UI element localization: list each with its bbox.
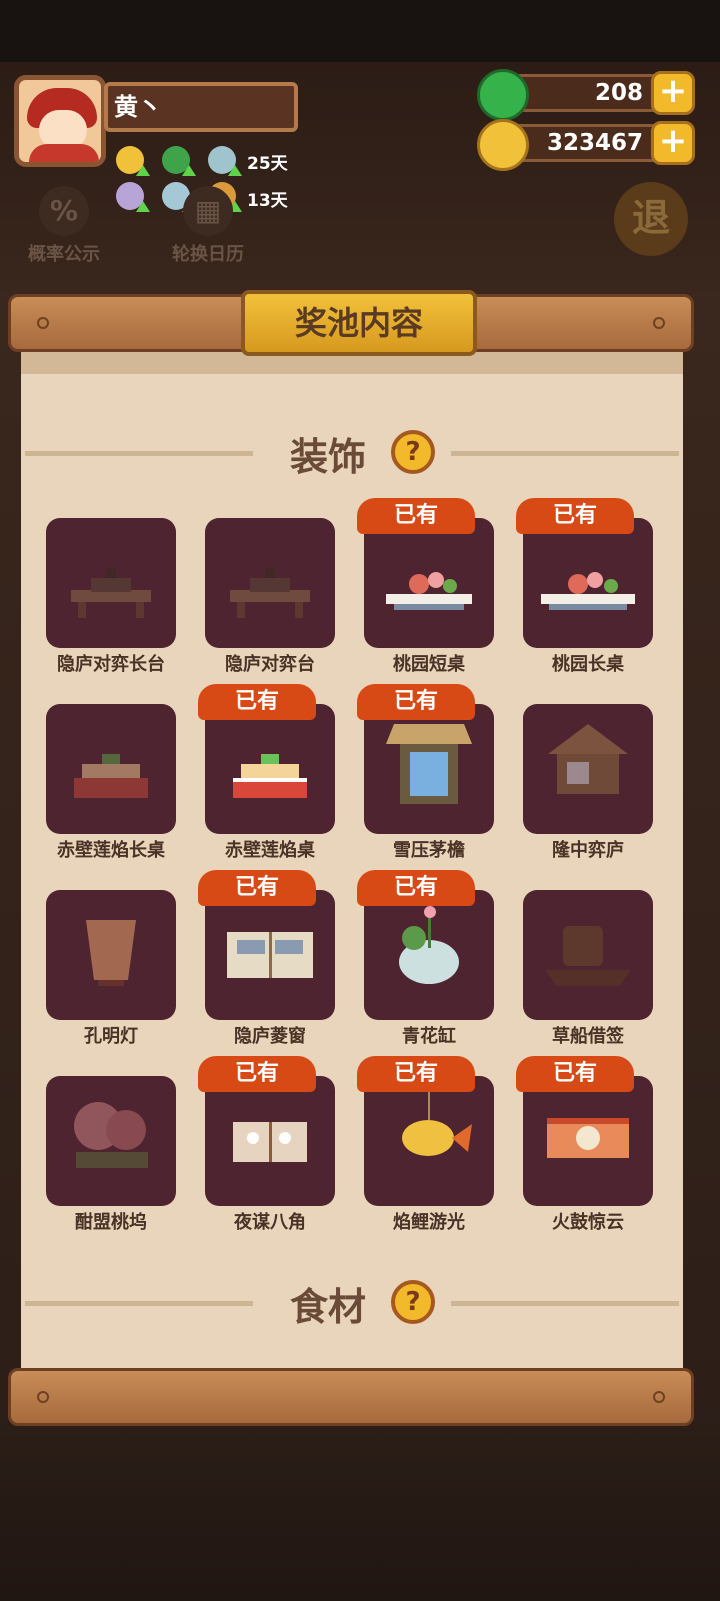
hut-icon <box>548 724 628 794</box>
jade-icon <box>477 69 529 121</box>
item-card[interactable]: 已有 火鼓惊云 <box>508 1056 658 1236</box>
section-decoration: 装饰 ? <box>21 424 683 480</box>
item-card[interactable]: 孔明灯 <box>31 880 181 1050</box>
item-card[interactable]: 已有 夜谋八角 <box>190 1056 340 1236</box>
item-card[interactable]: 隐庐对弈台 <box>190 508 340 678</box>
lotus-table-icon <box>233 754 307 798</box>
owned-badge: 已有 <box>357 498 475 534</box>
item-card[interactable]: 赤壁莲焰长桌 <box>31 694 181 864</box>
owned-badge: 已有 <box>516 1056 634 1092</box>
owned-badge: 已有 <box>357 870 475 906</box>
exit-button[interactable]: 退 <box>614 182 688 256</box>
player-name: 黄丶 <box>104 82 298 132</box>
coin-currency: 323467 + <box>477 119 695 171</box>
add-jade-button[interactable]: + <box>651 71 695 115</box>
item-card[interactable]: 已有 桃园长桌 <box>508 498 658 678</box>
buff-days-row1: 25天 <box>247 154 288 174</box>
item-card[interactable]: 隐庐对弈长台 <box>31 508 181 678</box>
lattice-window-icon <box>227 932 313 978</box>
peach-table-icon <box>541 572 635 610</box>
table-icon <box>71 568 151 618</box>
owned-badge: 已有 <box>357 684 475 720</box>
ingredients-help-button[interactable]: ? <box>391 1280 435 1324</box>
thatched-eave-icon <box>386 724 472 804</box>
coin-buff-icon <box>114 144 150 176</box>
status-bar <box>0 0 720 62</box>
flame-carp-lantern-icon <box>402 1090 472 1156</box>
owned-badge: 已有 <box>516 498 634 534</box>
jade-currency: 208 + <box>477 69 695 121</box>
coin-icon <box>477 119 529 171</box>
octagon-screen-icon <box>233 1122 307 1162</box>
owned-badge: 已有 <box>357 1056 475 1092</box>
prize-pool-panel: 装饰 ? 隐庐对弈长台 隐庐对弈台 已有 桃园短桌 已有 桃园长桌 赤壁莲焰长桌… <box>21 346 683 1370</box>
food-buff-icon <box>206 144 242 176</box>
item-card[interactable]: 已有 焰鲤游光 <box>349 1056 499 1236</box>
rotation-calendar-button[interactable]: ▦ 轮换日历 <box>162 186 254 266</box>
lotus-table-icon <box>74 754 148 798</box>
item-card[interactable]: 草船借签 <box>508 880 658 1050</box>
owned-badge: 已有 <box>198 1056 316 1092</box>
owned-badge: 已有 <box>198 870 316 906</box>
peach-table-icon <box>386 572 472 610</box>
item-card[interactable]: 酣盟桃坞 <box>31 1066 181 1236</box>
jade-buff-icon <box>160 144 196 176</box>
bottom-beam <box>8 1368 694 1426</box>
item-card[interactable]: 已有 雪压茅檐 <box>349 684 499 864</box>
sky-lantern-icon <box>86 920 136 986</box>
porcelain-vat-icon <box>399 906 459 984</box>
item-card[interactable]: 已有 青花缸 <box>349 870 499 1050</box>
section-ingredients: 食材 ? <box>21 1274 683 1330</box>
decoration-help-button[interactable]: ? <box>391 430 435 474</box>
percent-icon: % <box>39 186 89 236</box>
item-card[interactable]: 已有 隐庐菱窗 <box>190 870 340 1050</box>
table-icon <box>230 568 310 618</box>
calendar-icon: ▦ <box>183 186 233 236</box>
probability-button[interactable]: % 概率公示 <box>18 186 110 266</box>
peach-dock-icon <box>74 1102 148 1168</box>
straw-boat-icon <box>545 926 631 986</box>
item-card[interactable]: 隆中弈庐 <box>508 694 658 864</box>
fire-drum-icon <box>547 1118 629 1158</box>
item-card[interactable]: 已有 桃园短桌 <box>349 498 499 678</box>
dialog-title: 奖池内容 <box>241 290 477 356</box>
avatar[interactable] <box>14 75 106 167</box>
character-buff-icon <box>114 180 150 212</box>
item-card[interactable]: 已有 赤壁莲焰桌 <box>190 684 340 864</box>
owned-badge: 已有 <box>198 684 316 720</box>
add-coins-button[interactable]: + <box>651 121 695 165</box>
